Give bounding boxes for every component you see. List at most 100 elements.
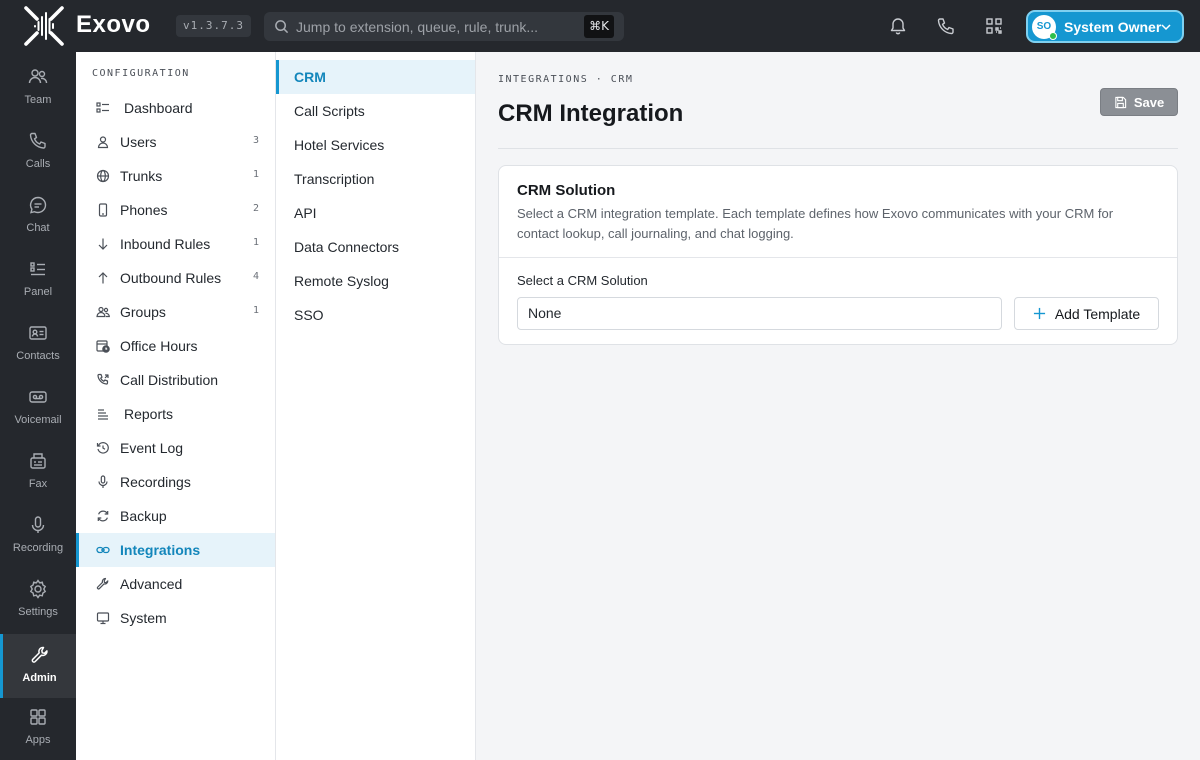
- subnav-item-transcription[interactable]: Transcription: [276, 162, 475, 196]
- subnav-item-remote-syslog[interactable]: Remote Syslog: [276, 264, 475, 298]
- sidebar-item-label: Backup: [120, 508, 167, 524]
- phone-icon: [29, 132, 46, 149]
- sidebar-item-label: Users: [120, 134, 157, 150]
- arrow-up-icon: [98, 272, 108, 284]
- sidebar-item-label: Reports: [124, 406, 174, 422]
- rail-label: Contacts: [16, 350, 60, 362]
- voicemail-icon: [29, 391, 47, 403]
- sidebar-item-phones[interactable]: Phones 2: [76, 193, 275, 227]
- subnav-item-sso[interactable]: SSO: [276, 298, 475, 332]
- sidebar-item-outbound-rules[interactable]: Outbound Rules 4: [76, 261, 275, 295]
- search-icon: [275, 20, 289, 34]
- apps-icon: [30, 709, 46, 725]
- version-badge: v1.3.7.3: [176, 15, 251, 37]
- sidebar-item-groups[interactable]: Groups 1: [76, 295, 275, 329]
- rail-item-fax[interactable]: Fax: [0, 440, 76, 504]
- breadcrumb: INTEGRATIONS · CRM: [498, 74, 634, 85]
- user-menu-button[interactable]: SO System Owner: [1026, 10, 1184, 43]
- sidebar-item-integrations[interactable]: Integrations: [76, 533, 275, 567]
- subnav-item-data-connectors[interactable]: Data Connectors: [276, 230, 475, 264]
- rail-item-chat[interactable]: Chat: [0, 184, 76, 248]
- sidebar-heading: CONFIGURATION: [92, 68, 190, 79]
- item-count: 1: [252, 169, 259, 180]
- sidebar-item-label: Event Log: [120, 440, 184, 456]
- team-icon: [28, 69, 48, 84]
- sidebar-item-system[interactable]: System: [76, 601, 275, 635]
- panel-icon: [30, 262, 45, 276]
- item-count: 3: [252, 135, 259, 146]
- search-input[interactable]: [296, 12, 576, 41]
- rail-label: Apps: [25, 734, 51, 746]
- integrations-subnav: CRM Call Scripts Hotel Services Transcri…: [276, 52, 476, 760]
- sidebar-item-trunks[interactable]: Trunks 1: [76, 159, 275, 193]
- add-template-button[interactable]: Add Template: [1014, 297, 1159, 330]
- user-icon: [97, 136, 109, 149]
- avatar-initials: SO: [1036, 20, 1052, 32]
- rail-label: Fax: [28, 478, 48, 490]
- global-search[interactable]: ⌘K: [264, 12, 624, 41]
- rail-item-apps[interactable]: Apps: [0, 696, 76, 760]
- chevron-down-icon: [1161, 24, 1171, 31]
- user-name: System Owner: [1064, 18, 1162, 35]
- sidebar-item-label: Phones: [120, 202, 168, 218]
- phone-icon[interactable]: [936, 16, 956, 36]
- sidebar-item-office-hours[interactable]: Office Hours: [76, 329, 275, 363]
- rail-label: Calls: [25, 158, 51, 170]
- rail-label: Voicemail: [14, 414, 62, 426]
- sidebar-item-backup[interactable]: Backup: [76, 499, 275, 533]
- sidebar-item-dashboard[interactable]: Dashboard: [76, 91, 275, 125]
- rail-item-panel[interactable]: Panel: [0, 248, 76, 312]
- plus-icon: [1033, 307, 1045, 320]
- rail-item-recording[interactable]: Recording: [0, 504, 76, 568]
- exovo-logo-icon[interactable]: [22, 4, 66, 48]
- rail-label: Chat: [26, 222, 50, 234]
- sidebar-item-label: Inbound Rules: [120, 236, 211, 252]
- sidebar-item-reports[interactable]: Reports: [76, 397, 275, 431]
- sidebar-item-call-distribution[interactable]: Call Distribution: [76, 363, 275, 397]
- monitor-icon: [96, 612, 110, 625]
- card-title: CRM Solution: [517, 182, 616, 199]
- card-description: Select a CRM integration template. Each …: [517, 206, 1114, 241]
- globe-icon: [96, 169, 110, 183]
- call-forward-icon: [97, 373, 109, 385]
- rail-item-admin[interactable]: Admin: [0, 634, 76, 698]
- item-count: 2: [252, 203, 259, 214]
- item-count: 4: [252, 271, 259, 282]
- rail-item-contacts[interactable]: Contacts: [0, 312, 76, 376]
- crm-solution-select[interactable]: None: [517, 297, 1002, 330]
- rail-label: Settings: [18, 606, 58, 618]
- app-rail: Team Calls Chat Panel Contacts Voicemail…: [0, 52, 76, 760]
- sidebar-item-label: Advanced: [120, 576, 183, 592]
- sidebar-item-inbound-rules[interactable]: Inbound Rules 1: [76, 227, 275, 261]
- subnav-item-hotel-services[interactable]: Hotel Services: [276, 128, 475, 162]
- sidebar-item-event-log[interactable]: Event Log: [76, 431, 275, 465]
- qr-code-icon[interactable]: [984, 16, 1004, 36]
- gear-icon: [29, 579, 47, 599]
- refresh-icon: [97, 510, 109, 522]
- save-button[interactable]: Save: [1100, 88, 1178, 116]
- rail-label: Recording: [12, 542, 64, 554]
- rail-item-voicemail[interactable]: Voicemail: [0, 376, 76, 440]
- item-count: 1: [252, 237, 259, 248]
- rail-item-team[interactable]: Team: [0, 56, 76, 120]
- rail-item-settings[interactable]: Settings: [0, 568, 76, 632]
- dashboard-icon: [96, 102, 109, 113]
- sidebar-item-advanced[interactable]: Advanced: [76, 567, 275, 601]
- crm-select-label: Select a CRM Solution: [517, 273, 648, 288]
- fax-icon: [30, 453, 46, 469]
- rail-item-calls[interactable]: Calls: [0, 120, 76, 184]
- sidebar-item-users[interactable]: Users 3: [76, 125, 275, 159]
- subnav-item-call-scripts[interactable]: Call Scripts: [276, 94, 475, 128]
- floppy-disk-icon: [1115, 96, 1126, 108]
- bell-icon[interactable]: [888, 16, 908, 36]
- sidebar-item-label: Dashboard: [124, 100, 193, 116]
- sidebar-item-recordings[interactable]: Recordings: [76, 465, 275, 499]
- subnav-item-api[interactable]: API: [276, 196, 475, 230]
- wrench-icon: [96, 577, 109, 590]
- add-template-label: Add Template: [1054, 305, 1141, 322]
- rail-label: Panel: [23, 286, 53, 298]
- card-divider: [499, 257, 1177, 258]
- subnav-item-crm[interactable]: CRM: [276, 60, 475, 94]
- sidebar-item-label: Trunks: [120, 168, 163, 184]
- calendar-clock-icon: [96, 340, 110, 353]
